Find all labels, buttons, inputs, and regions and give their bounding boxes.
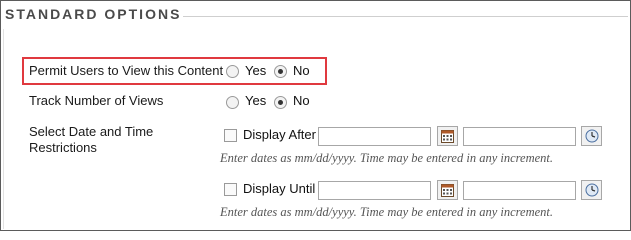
clock-icon [585,183,598,197]
display-until-hint: Enter dates as mm/dd/yyyy. Time may be e… [220,205,554,219]
permit-view-no-radio[interactable] [274,65,287,78]
display-until-calendar-button[interactable] [437,180,458,200]
display-until-clock-button[interactable] [581,180,602,200]
display-after-date-input[interactable] [318,127,431,146]
section-title: STANDARD OPTIONS [5,6,182,22]
calendar-icon [441,183,454,197]
track-views-no-radio[interactable] [274,96,287,109]
display-until-time-input[interactable] [463,181,576,200]
display-after-calendar-button[interactable] [437,126,458,146]
date-restrictions-label-line2: Restrictions [29,140,97,155]
permit-view-yes-label[interactable]: Yes [245,63,266,78]
calendar-icon [441,129,454,143]
display-after-time-input[interactable] [463,127,576,146]
track-views-label: Track Number of Views [29,93,164,108]
permit-view-no-label[interactable]: No [293,63,310,78]
track-views-yes-label[interactable]: Yes [245,93,266,108]
section-divider [183,16,628,17]
display-after-clock-button[interactable] [581,126,602,146]
display-until-checkbox[interactable] [224,183,237,196]
clock-icon [585,129,598,143]
permit-view-label: Permit Users to View this Content [29,63,224,78]
permit-view-yes-radio[interactable] [226,65,239,78]
track-views-no-label[interactable]: No [293,93,310,108]
track-views-yes-radio[interactable] [226,96,239,109]
display-until-label[interactable]: Display Until [243,181,315,196]
fieldset-border [3,29,4,229]
display-until-date-input[interactable] [318,181,431,200]
display-after-checkbox[interactable] [224,129,237,142]
display-after-hint: Enter dates as mm/dd/yyyy. Time may be e… [220,151,554,165]
date-restrictions-label-line1: Select Date and Time [29,124,154,139]
display-after-label[interactable]: Display After [243,127,316,142]
